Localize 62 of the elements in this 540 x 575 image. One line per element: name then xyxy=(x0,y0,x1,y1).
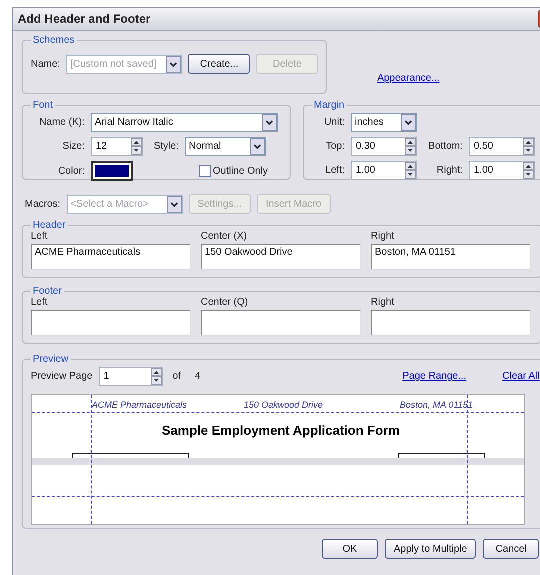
group-legend: Font xyxy=(31,100,56,111)
field-label: Style: xyxy=(152,141,179,152)
footer-text-field[interactable] xyxy=(31,310,191,336)
margin-spinner[interactable]: 1.00 xyxy=(469,161,535,180)
preview-header-text: Boston, MA 01151 xyxy=(400,400,474,410)
field-label: Name (K): xyxy=(38,117,85,128)
font-size-spinner[interactable]: 12 xyxy=(91,137,143,156)
field-label: Left xyxy=(31,297,49,308)
field-label: Center (X) xyxy=(201,231,248,242)
group-legend: Footer xyxy=(31,286,64,297)
field-label: Bottom: xyxy=(428,141,463,152)
dialog-button[interactable]: Apply to Multiple xyxy=(385,539,476,559)
field-label: Left xyxy=(31,231,49,242)
field-label: Macros: xyxy=(25,198,61,210)
spinner-arrows-icon[interactable] xyxy=(523,138,534,155)
header-text-field[interactable]: 150 Oakwood Drive xyxy=(201,244,361,270)
header-text-field[interactable]: Boston, MA 01151 xyxy=(371,244,531,270)
field-label: Color: xyxy=(57,166,85,176)
field-label: Unit: xyxy=(323,117,345,128)
group-legend: Schemes xyxy=(31,35,77,46)
unit-dropdown[interactable]: inches xyxy=(351,113,417,132)
field-label: Right xyxy=(371,231,396,242)
field-label: Center (Q) xyxy=(201,297,250,308)
group-legend: Preview xyxy=(31,354,71,365)
spinner-arrows-icon[interactable] xyxy=(131,138,142,155)
spinner-arrows-icon[interactable] xyxy=(405,162,416,179)
footer-text-field[interactable] xyxy=(201,310,361,336)
group-legend: Margin xyxy=(312,100,347,111)
spinner-arrows-icon[interactable] xyxy=(150,368,162,385)
preview-page-spinner[interactable]: 1 xyxy=(98,367,163,386)
spinner-arrows-icon[interactable] xyxy=(523,162,534,179)
checkbox-label: Outline Only xyxy=(213,166,268,176)
field-label: Preview Page xyxy=(31,371,93,382)
window-title: Add Header and Footer xyxy=(18,12,151,26)
outline-checkbox[interactable] xyxy=(199,165,211,177)
group-legend: Header xyxy=(31,220,68,231)
dialog-button[interactable]: Create... xyxy=(188,54,250,74)
field-label: of xyxy=(172,371,182,382)
appearance-link[interactable]: Appearance... xyxy=(377,73,440,84)
field-label: Name: xyxy=(31,58,60,70)
field-label: Size: xyxy=(62,141,85,152)
margin-spinner[interactable]: 0.30 xyxy=(351,137,417,156)
margin-spinner[interactable]: 1.00 xyxy=(351,161,417,180)
color-swatch[interactable] xyxy=(91,161,133,181)
margin-spinner[interactable]: 0.50 xyxy=(469,137,535,156)
font-style-dropdown[interactable]: Normal xyxy=(185,137,266,156)
spinner-arrows-icon[interactable] xyxy=(405,138,416,155)
document-title: Sample Employment Application Form xyxy=(162,423,400,438)
clear-all-link[interactable]: Clear All xyxy=(502,371,540,382)
preview-header-text: 150 Oakwood Drive xyxy=(244,400,324,410)
header-text-field[interactable]: ACME Pharmaceuticals xyxy=(31,244,191,270)
field-label: Left: xyxy=(324,165,345,176)
page-range-link[interactable]: Page Range... xyxy=(402,371,467,382)
dialog-button[interactable]: OK xyxy=(322,539,378,559)
footer-text-field[interactable] xyxy=(371,310,531,336)
preview-header-text: ACME Pharmaceuticals xyxy=(92,400,188,410)
page-count: 4 xyxy=(195,371,201,382)
dialog-button[interactable]: Cancel xyxy=(483,539,540,559)
field-label: Right xyxy=(371,297,396,308)
field-label: Top: xyxy=(325,141,345,152)
field-label: Right: xyxy=(436,165,463,176)
font-name-dropdown[interactable]: Arial Narrow Italic xyxy=(91,113,278,132)
